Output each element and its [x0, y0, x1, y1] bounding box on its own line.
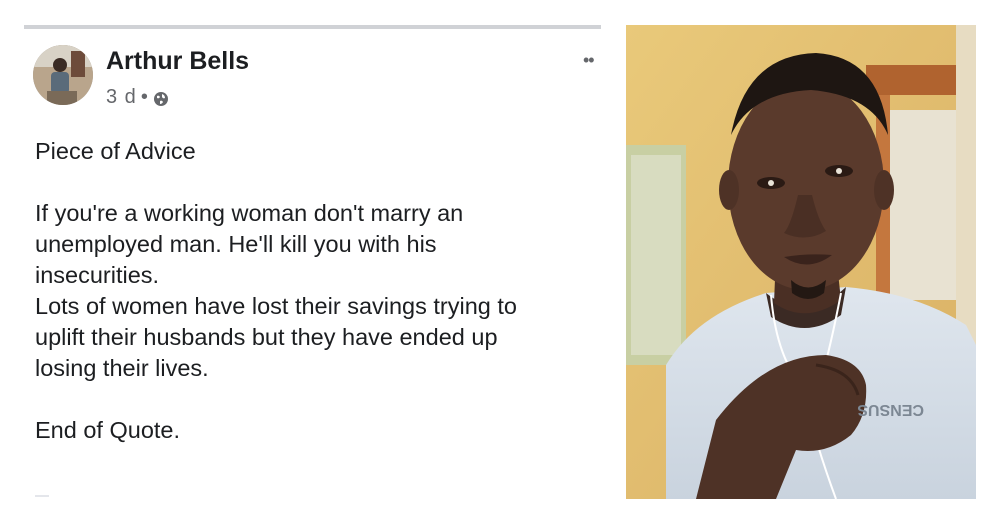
- post-line: Lots of women have lost their savings tr…: [35, 293, 517, 319]
- post-line: If you're a working woman don't marry an: [35, 200, 464, 226]
- post-line: uplift their husbands but they have ende…: [35, 324, 498, 350]
- next-post-hint: [35, 495, 49, 497]
- post-line: unemployed man. He'll kill you with his: [35, 231, 437, 257]
- author-photo[interactable]: CENSUS: [626, 25, 976, 499]
- post-line: insecurities.: [35, 262, 160, 288]
- meta-separator: •: [140, 86, 149, 108]
- selfie-image: CENSUS: [626, 25, 976, 499]
- post-body: Piece of Advice If you're a working woma…: [35, 136, 605, 446]
- post-closing: End of Quote.: [35, 417, 181, 443]
- globe-icon: [153, 90, 169, 106]
- more-options-icon[interactable]: ••: [583, 50, 595, 71]
- post-meta: 3 d •: [106, 86, 169, 109]
- avatar[interactable]: [33, 45, 93, 105]
- shirt-logo: CENSUS: [857, 401, 924, 418]
- avatar-image: [33, 45, 93, 105]
- post-top-divider: [24, 25, 601, 29]
- post-line: losing their lives.: [35, 355, 209, 381]
- author-name[interactable]: Arthur Bells: [106, 47, 249, 76]
- post-timestamp[interactable]: 3 d: [106, 86, 137, 109]
- post-title: Piece of Advice: [35, 138, 196, 164]
